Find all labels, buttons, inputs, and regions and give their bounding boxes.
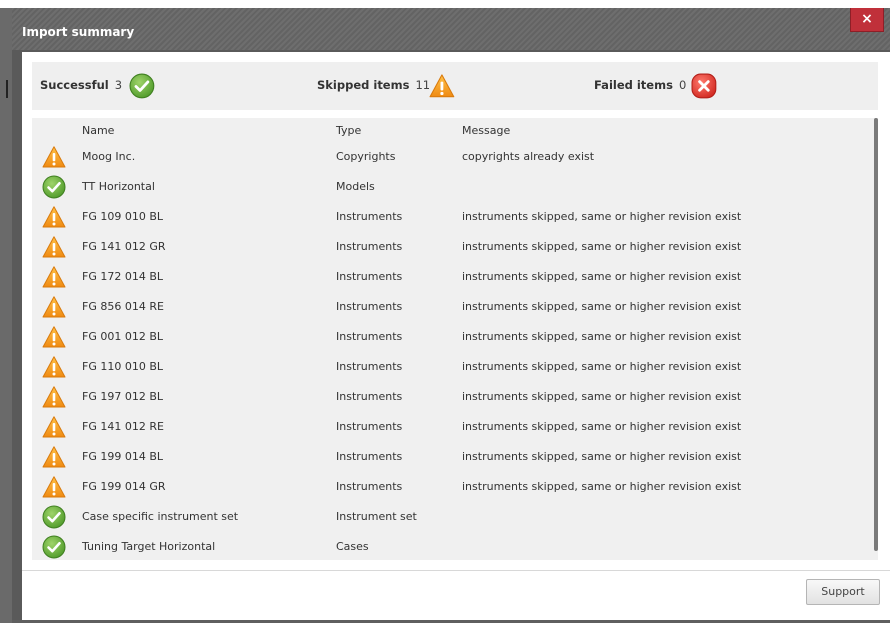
table-row[interactable]: FG 141 012 GR Instruments instruments skip… [32,232,862,262]
warning-icon [42,475,66,499]
dialog-titlebar[interactable]: Import summary × [12,8,890,50]
dialog-footer: Support [22,570,890,620]
cell-name: FG 141 012 GR [82,240,166,253]
warning-icon [42,385,66,409]
cell-name: FG 856 014 RE [82,300,164,313]
warning-icon [42,235,66,259]
close-button[interactable]: × [850,8,884,32]
table-row[interactable]: FG 199 014 GR Instruments instruments skip… [32,472,862,502]
warning-icon [429,73,457,101]
success-icon [42,175,66,199]
cell-name: FG 199 014 GR [82,480,166,493]
column-header-message[interactable]: Message [462,124,510,137]
table-row[interactable]: Tuning Target Horizontal Cases [32,532,862,562]
warning-icon [42,205,66,229]
cell-message: instruments skipped, same or higher revi… [462,270,742,283]
cell-type: Instruments [336,360,403,373]
failed-count: 0 [678,78,687,92]
successful-label: Successful [40,78,109,92]
cell-type: Instruments [336,480,403,493]
cell-name: Tuning Target Horizontal [82,540,216,553]
cell-type: Instruments [336,270,403,283]
warning-icon [42,325,66,349]
cell-name: FG 110 010 BL [82,360,164,373]
support-button[interactable]: Support [806,579,880,605]
cell-name: FG 141 012 RE [82,420,164,433]
cell-name: Case specific instrument set [82,510,239,523]
import-results-list[interactable]: Name Type Message Moog Inc. Copyrights cop… [32,118,878,560]
table-row[interactable]: FG 110 010 BL Instruments instruments skip… [32,352,862,382]
success-icon [129,73,157,101]
cell-type: Instruments [336,420,403,433]
successful-count: 3 [114,78,123,92]
cell-message: copyrights already exist [462,150,595,163]
column-header-type[interactable]: Type [336,124,361,137]
cell-type: Cases [336,540,369,553]
table-row[interactable]: FG 109 010 BL Instruments instruments skip… [32,202,862,232]
table-row[interactable]: TT Horizontal Models [32,172,862,202]
success-icon [42,505,66,529]
failed-label: Failed items [594,78,673,92]
summary-skipped: Skipped items 11 [317,78,430,92]
cell-message: instruments skipped, same or higher revi… [462,390,742,403]
summary-failed: Failed items 0 [594,78,686,92]
cell-message: instruments skipped, same or higher revi… [462,240,742,253]
skipped-count: 11 [415,78,431,92]
cell-message: instruments skipped, same or higher revi… [462,360,742,373]
cell-name: FG 197 012 BL [82,390,164,403]
close-icon: × [861,11,873,27]
dialog-title: Import summary [22,25,135,39]
table-row[interactable]: FG 141 012 RE Instruments instruments skip… [32,412,862,442]
cell-name: Moog Inc. [82,150,136,163]
table-row[interactable]: FG 856 014 RE Instruments instruments skip… [32,292,862,322]
cell-message: instruments skipped, same or higher revi… [462,450,742,463]
warning-icon [42,295,66,319]
cell-type: Instruments [336,300,403,313]
cell-message: instruments skipped, same or higher revi… [462,330,742,343]
cell-message: instruments skipped, same or higher revi… [462,210,742,223]
cell-type: Instruments [336,450,403,463]
cell-message: instruments skipped, same or higher revi… [462,420,742,433]
cell-message: instruments skipped, same or higher revi… [462,300,742,313]
dialog-content: Successful 3 Skipped items 11 Failed items… [22,52,890,570]
cell-message: instruments skipped, same or higher revi… [462,480,742,493]
table-row[interactable]: FG 001 012 BL Instruments instruments skip… [32,322,862,352]
skipped-label: Skipped items [317,78,410,92]
success-icon [42,535,66,559]
vertical-scrollbar[interactable] [874,118,878,551]
cell-name: TT Horizontal [82,180,155,193]
cell-type: Instrument set [336,510,417,523]
summary-successful: Successful 3 [40,78,122,92]
import-summary-dialog: Import summary × Successful 3 Skipped ite… [12,8,890,620]
table-row[interactable]: FG 172 014 BL Instruments instruments skip… [32,262,862,292]
summary-bar: Successful 3 Skipped items 11 Failed items… [32,62,878,110]
cell-type: Instruments [336,240,403,253]
table-row[interactable]: FG 197 012 BL Instruments instruments skip… [32,382,862,412]
cell-type: Instruments [336,210,403,223]
cell-name: FG 172 014 BL [82,270,164,283]
column-header-name[interactable]: Name [82,124,114,137]
cell-name: FG 001 012 BL [82,330,164,343]
warning-icon [42,415,66,439]
table-row[interactable]: FG 199 014 BL Instruments instruments skip… [32,442,862,472]
table-row[interactable]: Moog Inc. Copyrights copyrights already ex… [32,142,862,172]
warning-icon [42,265,66,289]
cell-type: Instruments [336,390,403,403]
cell-type: Instruments [336,330,403,343]
background-divider [6,80,8,98]
warning-icon [42,145,66,169]
table-row[interactable]: Case specific instrument set Instrument s… [32,502,862,532]
background-app-strip [0,0,890,8]
warning-icon [42,355,66,379]
cell-name: FG 199 014 BL [82,450,164,463]
warning-icon [42,445,66,469]
cell-type: Copyrights [336,150,396,163]
cell-type: Models [336,180,375,193]
cell-name: FG 109 010 BL [82,210,164,223]
background-app-panel [0,8,12,623]
error-icon [691,73,719,101]
